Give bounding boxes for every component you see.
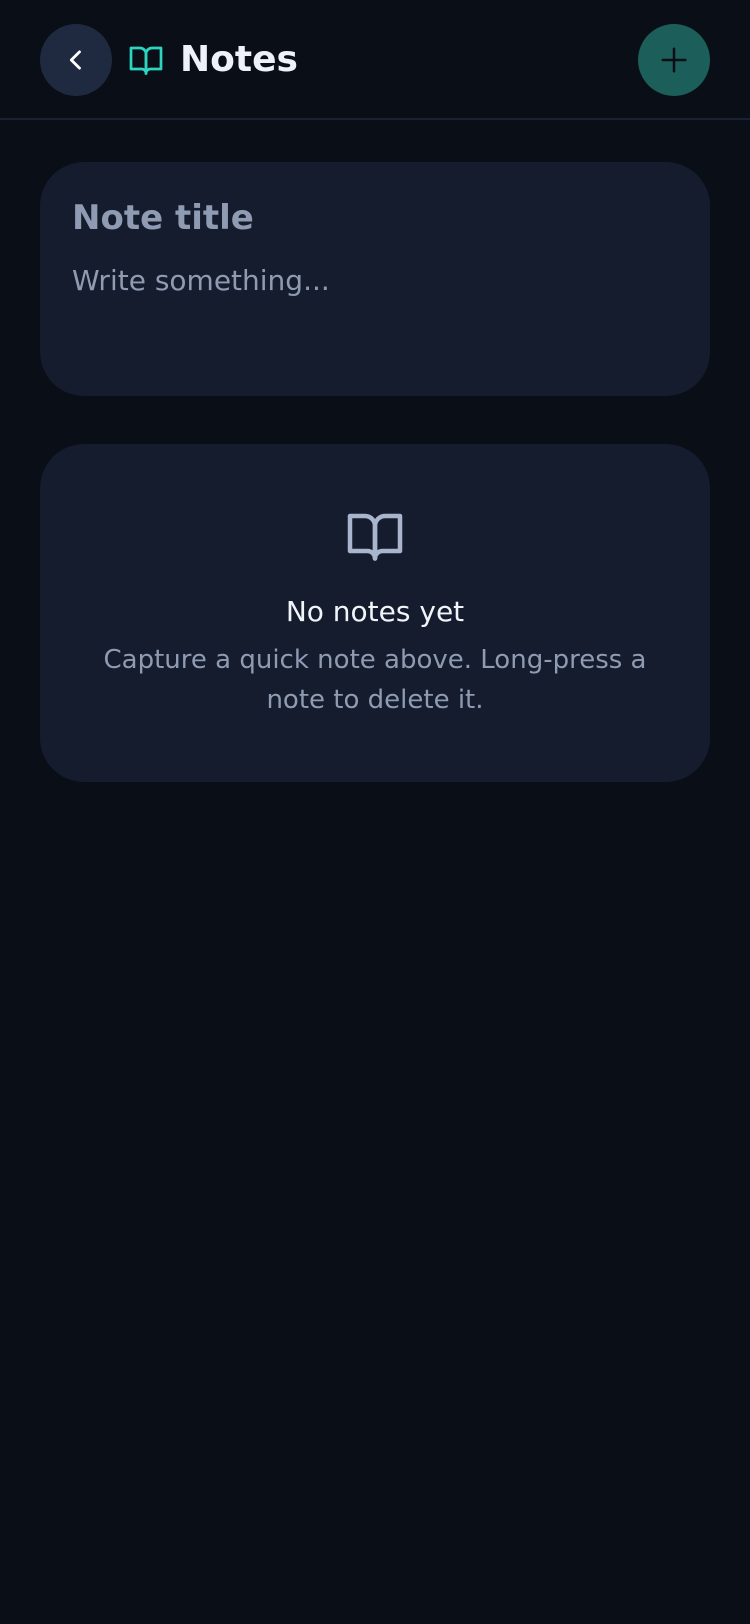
- app-header: Notes: [0, 0, 750, 120]
- empty-state-card: No notes yet Capture a quick note above.…: [40, 444, 710, 782]
- plus-icon: [659, 45, 689, 75]
- book-open-icon: [345, 506, 405, 566]
- note-body-input[interactable]: [72, 262, 678, 362]
- page-title: Notes: [180, 39, 298, 80]
- add-note-button[interactable]: [638, 24, 710, 96]
- book-open-icon: [128, 42, 164, 78]
- notes-screen: Notes No notes yet Capture a quick note …: [0, 0, 750, 1624]
- note-composer: [40, 162, 710, 396]
- empty-state-subtitle: Capture a quick note above. Long-press a…: [103, 645, 647, 715]
- empty-state-title: No notes yet: [285, 595, 465, 628]
- note-title-input[interactable]: [72, 196, 678, 240]
- chevron-left-icon: [62, 46, 90, 74]
- back-button[interactable]: [40, 24, 112, 96]
